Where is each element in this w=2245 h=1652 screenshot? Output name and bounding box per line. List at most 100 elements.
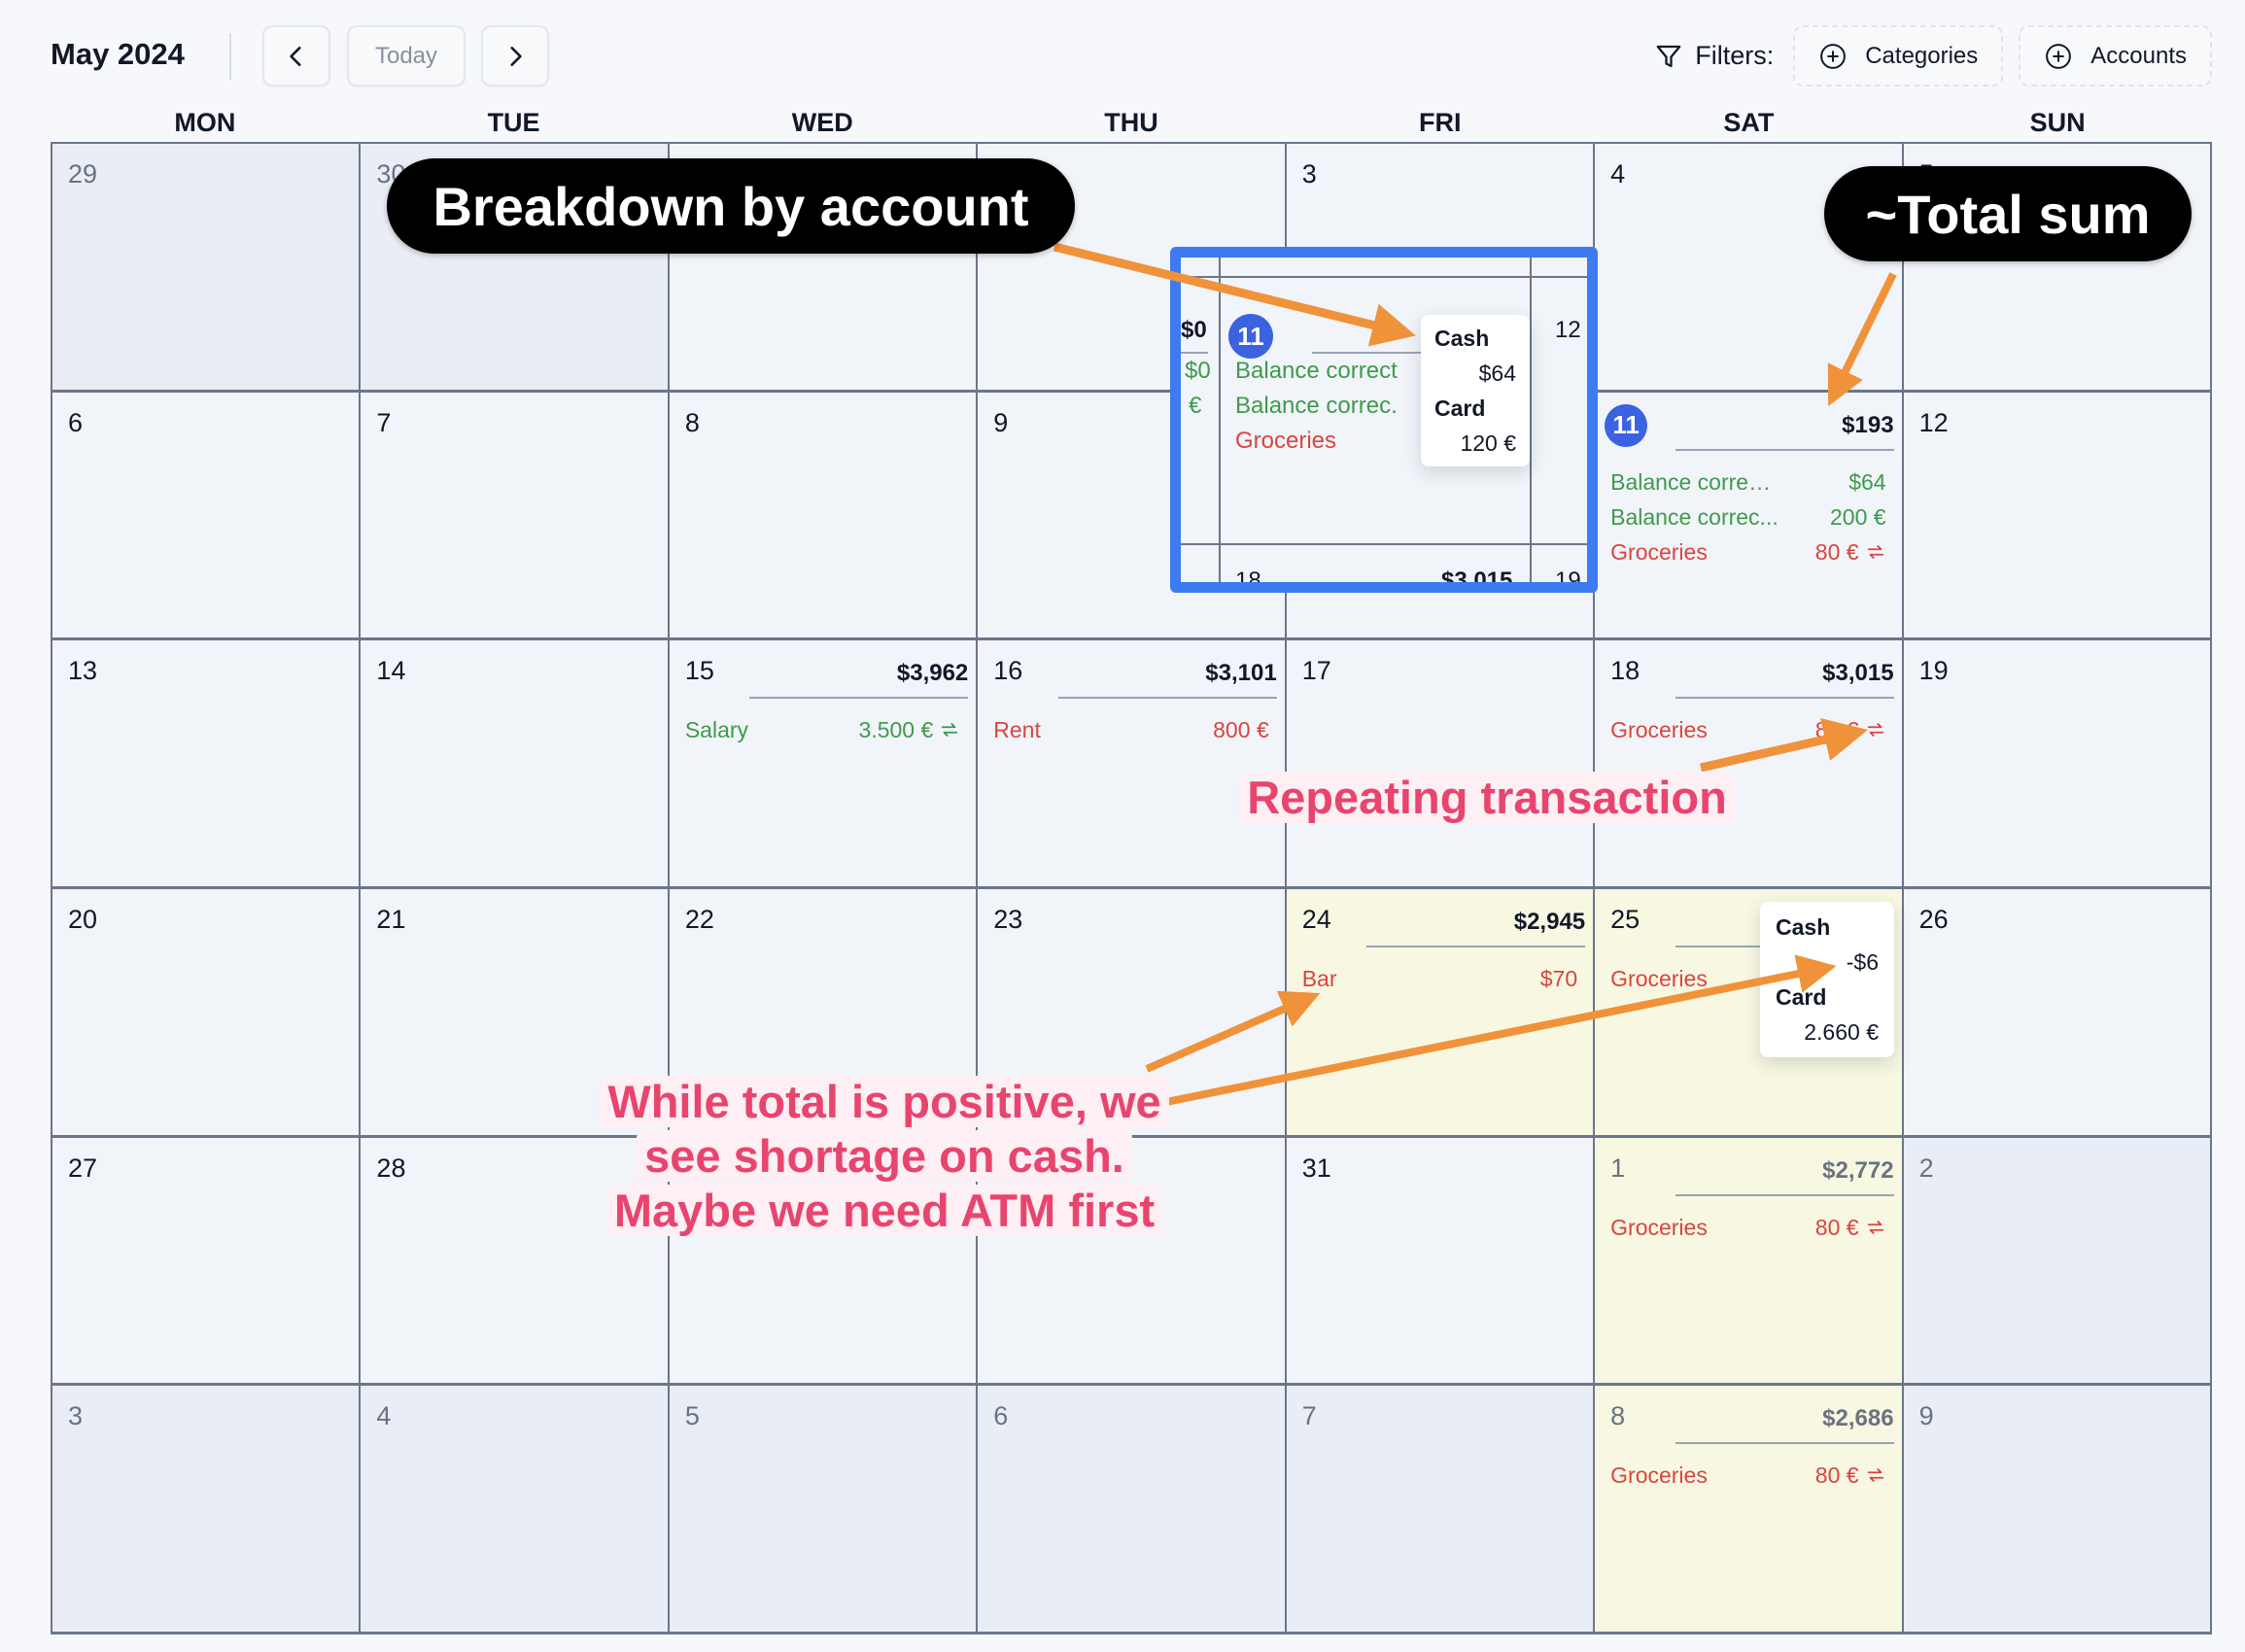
plus-circle-icon [2046,43,2072,69]
day-total: $2,772 [1822,1156,1894,1184]
day-cell[interactable]: 18 $3,015 Groceries 80 € [1595,640,1904,889]
previous-month-button[interactable] [262,25,330,86]
transaction-amount: 3.500 € [858,717,934,743]
weekday-sun: SUN [2029,108,2086,137]
calendar-grid: 29301234567891011$193Balance correcti...… [51,142,2212,1635]
day-cell[interactable]: 2 [1903,1137,2212,1387]
day-cell[interactable]: 15 $3,962 Salary 3.500 € [669,640,979,889]
day-number: 18 [1610,656,1641,686]
transaction-item[interactable]: Groceries 80 € [1610,1458,1885,1493]
transaction-item[interactable]: Balance correc... 200 € [1610,499,1885,534]
day-cell[interactable]: 7 [1286,1386,1596,1635]
tooltip-account-value: $64 [1478,361,1516,386]
day-number: 3 [68,1401,84,1431]
transaction-amount-wrap: 80 € [1815,712,1886,747]
transaction-name: Groceries [1610,538,1708,565]
day-number: 28 [376,1153,406,1183]
day-number: 12 [1918,407,1949,437]
day-total: $2,945 [1513,909,1586,935]
weekday-tue: TUE [487,108,540,137]
transaction-item[interactable]: Salary 3.500 € [685,712,960,747]
day-cell[interactable]: 11 $193 Balance correcti... $64 Balance corr… [1595,392,1904,641]
transaction-amount: 80 € [1814,717,1859,743]
total-divider [1675,1442,1894,1445]
day-number: 21 [376,905,406,934]
day-cell[interactable]: 6 [978,1386,1287,1635]
day-number: 7 [376,407,392,437]
day-number: 9 [1918,1401,1934,1431]
transaction-amount-wrap: 80 € [1815,1458,1886,1493]
day-cell[interactable]: 31 [1286,1137,1596,1387]
inset-transaction: Groceries [1235,428,1337,454]
day-number: 2 [1918,1153,1934,1183]
day-cell[interactable]: 14 [361,640,670,889]
weekday-sat: SAT [1723,108,1775,137]
transaction-name: Rent [993,717,1041,743]
inset-left-amount: $0 [1185,358,1211,384]
accounts-filter-button[interactable]: Accounts [2019,25,2212,86]
day-cell[interactable]: 27 [52,1137,362,1387]
transaction-item[interactable]: Groceries 80 € [1610,1210,1885,1245]
day-cell[interactable]: 16 $3,101 Rent 800 € [978,640,1287,889]
day-number: 7 [1301,1401,1317,1431]
day-cell[interactable]: 3 [52,1386,362,1635]
day-total: $2,686 [1822,1405,1894,1432]
day-total: $3,015 [1822,660,1894,687]
day-cell[interactable]: 8 $2,686 Groceries 80 € [1595,1386,1904,1635]
annotation-total-sum: ~Total sum [1824,166,2192,261]
day-number: 1 [1610,1153,1626,1183]
today-button[interactable]: Today [347,25,466,86]
day-cell[interactable]: 26 [1903,889,2212,1138]
day-number: 9 [993,407,1009,437]
inset-day-number: 19 [1555,568,1581,593]
chevron-left-icon [290,46,301,66]
transaction-item[interactable]: Rent 800 € [993,712,1268,747]
transaction-name: Groceries [1610,966,1708,991]
inset-transaction: Balance correc. [1235,393,1398,419]
day-number: 17 [1301,656,1331,686]
transaction-name: Groceries [1610,1463,1708,1489]
day-cell[interactable]: 9 [1903,1386,2212,1635]
transaction-amount: $64 [1848,468,1886,495]
total-divider [1675,448,1894,451]
weekday-fri: FRI [1418,108,1462,137]
day-number: 22 [684,905,714,934]
header-divider [229,33,231,80]
day-total: $3,101 [1205,660,1277,687]
total-divider [1366,946,1586,947]
day-cell[interactable]: 5 [669,1386,979,1635]
next-month-button[interactable] [481,25,549,86]
inset-grid-line [1181,543,1587,545]
day-cell[interactable]: 17 [1286,640,1596,889]
transaction-amount: 800 € [1213,717,1269,743]
day-cell[interactable]: 1 $2,772 Groceries 80 € [1595,1137,1904,1387]
day-cell[interactable]: 13 [52,640,362,889]
day-cell[interactable]: 8 [669,392,979,641]
transaction-amount-wrap: 80 € [1815,534,1886,569]
categories-filter-button[interactable]: Categories [1793,25,2004,86]
transaction-item[interactable]: Groceries 80 € [1610,534,1885,569]
day-number: 16 [993,656,1023,686]
accounts-filter-label: Accounts [2090,42,2187,69]
day-cell[interactable]: 6 [52,392,362,641]
transaction-item[interactable]: Groceries 80 € [1610,712,1885,747]
tooltip-account-value: 120 € [1460,430,1516,456]
annotation-shortage-line: While total is positive, we [600,1076,1169,1127]
day-number: 4 [376,1401,392,1431]
day-cell[interactable]: 7 [361,392,670,641]
day-cell[interactable]: 4 [361,1386,670,1635]
transaction-amount-wrap: $64 [1848,465,1885,499]
transaction-item[interactable]: Bar $70 [1302,961,1577,996]
day-cell[interactable]: 12 [1903,392,2212,641]
day-cell[interactable]: 20 [52,889,362,1138]
day-number: 14 [376,656,406,686]
month-title: May 2024 [51,37,185,71]
transaction-item[interactable]: Balance correcti... $64 [1610,465,1885,499]
inset-account-tooltip: Cash $64 Card 120 € [1421,315,1530,466]
repeat-icon [1867,1220,1883,1234]
day-cell[interactable]: 19 [1903,640,2212,889]
transaction-name: Balance correcti... [1610,468,1781,495]
day-cell[interactable]: 24 $2,945 Bar $70 [1286,889,1596,1138]
filters-label-text: Filters: [1695,41,1775,70]
day-cell[interactable]: 29 [52,144,362,393]
